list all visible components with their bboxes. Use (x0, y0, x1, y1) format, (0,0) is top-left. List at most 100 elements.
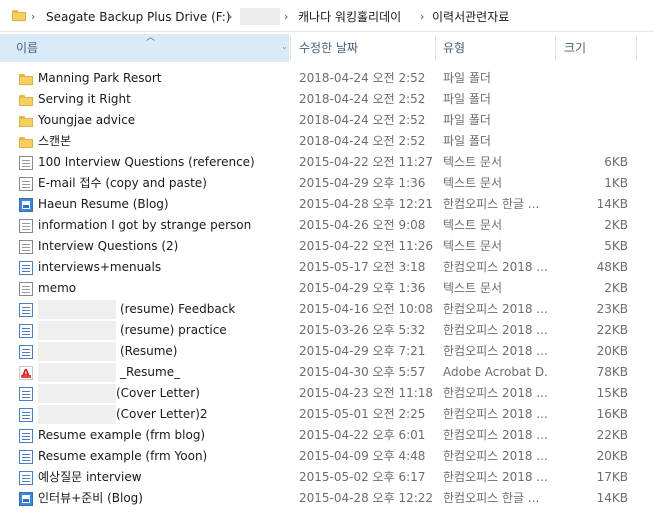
file-type: 한컴오피스 2018 ... (443, 344, 548, 358)
folder-icon (12, 9, 26, 25)
file-type: 한컴오피스 한글 ... (443, 197, 540, 211)
chevron-down-icon[interactable]: ⌄ (281, 42, 288, 51)
file-type: 파일 폴더 (443, 71, 491, 85)
file-row[interactable]: (resume) Feedback 2015-04-16 오전 10:08 한컴오피… (0, 299, 654, 320)
file-date: 2015-04-22 오전 11:26 (299, 239, 434, 253)
file-name: _Resume_ (120, 365, 181, 379)
file-row[interactable]: Resume example (frm Yoon) 2015-04-09 오후 4… (0, 446, 654, 467)
redacted-breadcrumb (240, 8, 280, 25)
file-row[interactable]: _Resume_ 2015-04-30 오후 5:57 Adobe Acrobat … (0, 362, 654, 384)
hwp-file-icon (19, 345, 33, 359)
file-row[interactable]: (Resume) 2015-04-29 오후 7:21 한컴오피스 2018 ...… (0, 341, 654, 362)
file-row[interactable]: Interview Questions (2) 2015-04-22 오전 11:… (0, 236, 654, 257)
file-type: 한컴오피스 2018 ... (443, 449, 548, 463)
hwp-file-icon (19, 324, 33, 338)
file-date: 2015-04-29 오후 1:36 (299, 176, 426, 190)
column-size[interactable]: 크기 (564, 34, 586, 62)
file-type: 텍스트 문서 (443, 218, 503, 232)
file-row[interactable]: (Cover Letter)2 2015-05-01 오전 2:25 한컴오피스 2… (0, 404, 654, 425)
column-size-label: 크기 (564, 41, 587, 55)
file-name: E-mail 접수 (copy and paste) (38, 176, 207, 190)
file-name: Haeun Resume (Blog) (38, 197, 169, 211)
file-row[interactable]: information I got by strange person 2015-… (0, 215, 654, 236)
file-row[interactable]: Manning Park Resort 2018-04-24 오전 2:52 파일 … (0, 68, 654, 89)
file-type: 파일 폴더 (443, 134, 491, 148)
file-date: 2015-04-22 오후 6:01 (299, 428, 426, 442)
hwp-file-icon (19, 408, 33, 422)
file-row[interactable]: Haeun Resume (Blog) 2015-04-28 오후 12:21 한컴… (0, 194, 654, 215)
breadcrumb-drive[interactable]: Seagate Backup Plus Drive (F:) (46, 9, 230, 25)
chevron-right-icon[interactable]: › (31, 9, 39, 25)
text-file-icon (19, 177, 33, 191)
file-row[interactable]: interviews+menuals 2015-05-17 오전 3:18 한컴오피… (0, 257, 654, 278)
file-size: 2KB (604, 218, 628, 232)
file-row[interactable]: 인터뷰+준비 (Blog) 2015-04-28 오후 12:22 한컴오피스 한글… (0, 488, 654, 509)
hwp-file-icon (19, 303, 33, 317)
file-date: 2015-04-26 오전 9:08 (299, 218, 426, 232)
file-name: 예상질문 interview (38, 470, 142, 484)
chevron-right-icon[interactable]: › (284, 9, 292, 25)
file-size: 48KB (596, 260, 628, 274)
file-row[interactable]: 스캔본 2018-04-24 오전 2:52 파일 폴더 (0, 131, 654, 152)
file-name: (resume) Feedback (120, 302, 236, 316)
file-row[interactable]: E-mail 접수 (copy and paste) 2015-04-29 오후 … (0, 173, 654, 194)
column-modified[interactable]: 수정한 날짜 (299, 34, 358, 62)
hwp-image-file-icon (19, 198, 33, 212)
file-name: 100 Interview Questions (reference) (38, 155, 255, 169)
file-date: 2018-04-24 오전 2:52 (299, 92, 426, 106)
file-row[interactable]: memo 2015-04-29 오후 1:36 텍스트 문서 2KB (0, 278, 654, 299)
file-date: 2015-04-28 오후 12:21 (299, 197, 434, 211)
redacted-filename-part (38, 321, 116, 340)
file-row[interactable]: Serving it Right 2018-04-24 오전 2:52 파일 폴더 (0, 89, 654, 110)
file-name: Serving it Right (38, 92, 131, 106)
file-date: 2015-04-30 오후 5:57 (299, 365, 426, 379)
file-row[interactable]: Resume example (frm blog) 2015-04-22 오후 6… (0, 425, 654, 446)
chevron-right-icon[interactable]: › (228, 9, 236, 25)
file-size: 78KB (596, 365, 628, 379)
hwp-file-icon (19, 450, 33, 464)
file-date: 2015-04-29 오후 7:21 (299, 344, 426, 358)
file-name: 인터뷰+준비 (Blog) (38, 491, 143, 505)
file-type: 파일 폴더 (443, 92, 491, 106)
file-type: 한컴오피스 2018 ... (443, 470, 548, 484)
breadcrumb-current[interactable]: 이력서관련자료 (432, 9, 509, 25)
column-name[interactable]: 이름 (0, 34, 289, 62)
file-type: 한컴오피스 2018 ... (443, 260, 548, 274)
text-file-icon (19, 240, 33, 254)
file-row[interactable]: 100 Interview Questions (reference) 2015-… (0, 152, 654, 173)
breadcrumb-folder[interactable]: 캐나다 워킹홀리데이 (298, 9, 401, 25)
file-name: interviews+menuals (38, 260, 162, 274)
file-date: 2015-04-29 오후 1:36 (299, 281, 426, 295)
file-size: 1KB (604, 176, 628, 190)
column-divider[interactable] (636, 36, 637, 60)
redacted-filename-part (38, 405, 116, 424)
column-divider[interactable] (435, 36, 436, 60)
file-date: 2015-04-22 오전 11:27 (299, 155, 434, 169)
hwp-file-icon (19, 387, 33, 401)
file-row[interactable]: Youngjae advice 2018-04-24 오전 2:52 파일 폴더 (0, 110, 654, 131)
file-date: 2018-04-24 오전 2:52 (299, 134, 426, 148)
file-row[interactable]: 예상질문 interview 2015-05-02 오후 6:17 한컴오피스 20… (0, 467, 654, 488)
column-divider[interactable] (290, 36, 291, 60)
file-name: (resume) practice (120, 323, 227, 337)
hwp-file-icon (19, 471, 33, 485)
file-size: 6KB (604, 155, 628, 169)
folder-icon (19, 93, 33, 107)
file-row[interactable]: (Cover Letter) 2015-04-23 오전 11:18 한컴오피스 2… (0, 383, 654, 404)
folder-icon (19, 135, 33, 149)
column-divider[interactable] (555, 36, 556, 60)
file-type: 텍스트 문서 (443, 155, 503, 169)
redacted-filename-part (38, 363, 116, 382)
redacted-filename-part (38, 300, 116, 319)
file-name: Interview Questions (2) (38, 239, 179, 253)
hwp-image-file-icon (19, 492, 33, 506)
file-type: 텍스트 문서 (443, 239, 503, 253)
column-type[interactable]: 유형 (443, 34, 465, 62)
file-size: 14KB (596, 197, 628, 211)
chevron-right-icon[interactable]: › (420, 9, 428, 25)
hwp-file-icon (19, 261, 33, 275)
address-bar[interactable]: › Seagate Backup Plus Drive (F:) › › 캐나다… (0, 0, 654, 32)
file-row[interactable]: (resume) practice 2015-03-26 오후 5:32 한컴오피스… (0, 320, 654, 341)
file-date: 2015-04-28 오후 12:22 (299, 491, 434, 505)
file-size: 17KB (596, 470, 628, 484)
